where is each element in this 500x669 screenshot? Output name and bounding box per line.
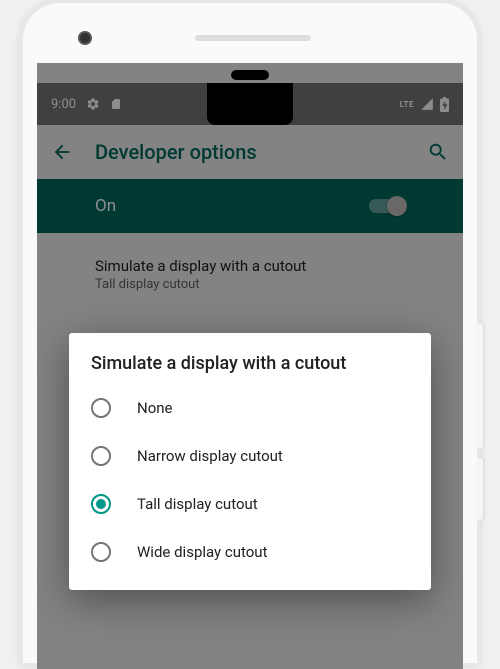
phone-camera [78, 31, 92, 45]
sd-card-icon [110, 97, 122, 111]
signal-icon [420, 97, 434, 111]
earpiece-pill [231, 70, 269, 80]
status-time: 9:00 [51, 97, 76, 112]
radio-option-wide[interactable]: Wide display cutout [69, 528, 431, 576]
battery-icon [440, 97, 449, 112]
radio-label: Wide display cutout [137, 543, 268, 561]
page-title: Developer options [95, 140, 257, 164]
app-bar: Developer options [37, 125, 463, 179]
power-button [477, 458, 483, 520]
radio-label: Tall display cutout [137, 495, 258, 513]
master-toggle-label: On [95, 196, 116, 216]
pref-flash[interactable]: Flash hardware layers green when they up… [37, 657, 463, 669]
pref-cutout[interactable]: Simulate a display with a cutout Tall di… [37, 243, 463, 306]
network-label: LTE [400, 100, 414, 109]
display-cutout [207, 83, 293, 125]
phone-frame: 9:00 LTE Develo [20, 0, 480, 666]
back-icon[interactable] [51, 141, 73, 163]
radio-icon [91, 446, 111, 466]
cutout-dialog: Simulate a display with a cutout None Na… [69, 333, 431, 590]
radio-option-tall[interactable]: Tall display cutout [69, 480, 431, 528]
radio-icon [91, 494, 111, 514]
search-icon[interactable] [427, 141, 449, 163]
master-toggle-row[interactable]: On [37, 179, 463, 233]
gear-icon [86, 97, 100, 111]
radio-label: Narrow display cutout [137, 447, 283, 465]
pref-cutout-title: Simulate a display with a cutout [95, 257, 445, 275]
radio-icon [91, 398, 111, 418]
radio-option-narrow[interactable]: Narrow display cutout [69, 432, 431, 480]
volume-button [477, 323, 483, 449]
dialog-title: Simulate a display with a cutout [69, 353, 431, 384]
radio-label: None [137, 399, 173, 417]
pref-cutout-summary: Tall display cutout [95, 277, 445, 292]
radio-option-none[interactable]: None [69, 384, 431, 432]
screen: 9:00 LTE Develo [37, 63, 463, 669]
master-switch[interactable] [369, 197, 405, 215]
radio-icon [91, 542, 111, 562]
phone-speaker [195, 35, 311, 41]
